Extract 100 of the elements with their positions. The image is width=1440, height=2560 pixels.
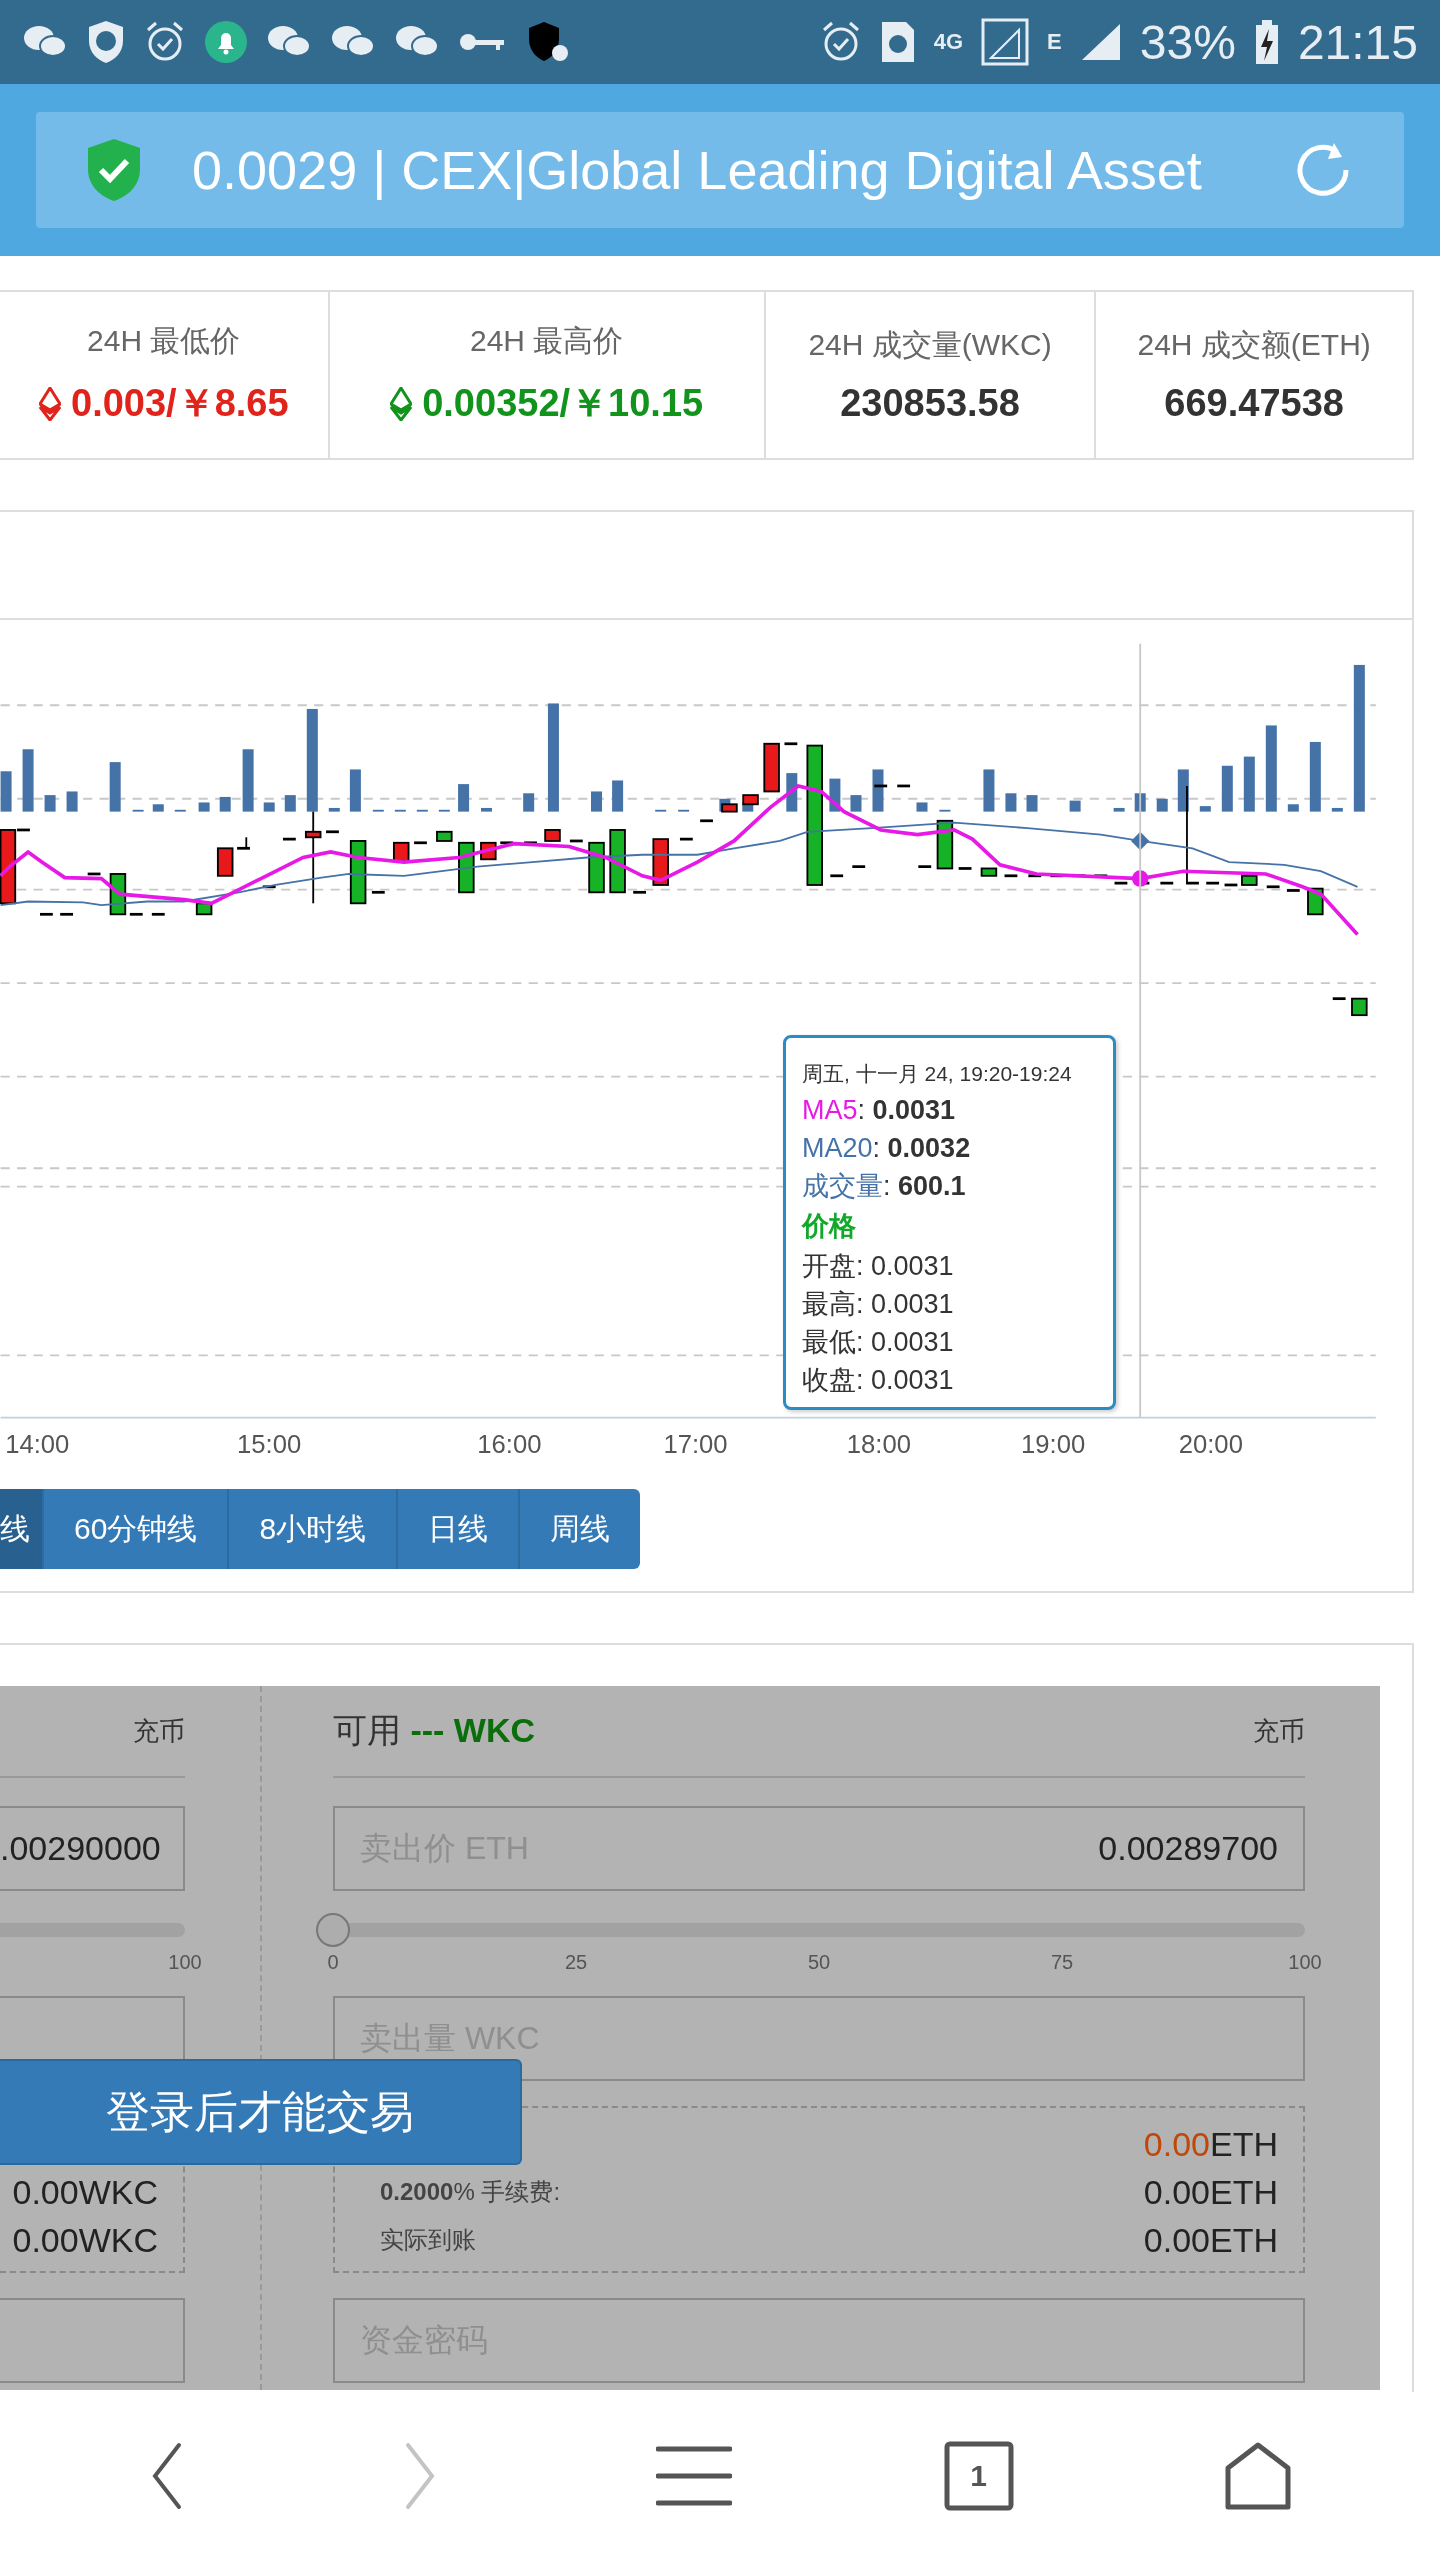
- volume-bar: [1221, 765, 1233, 812]
- login-toast[interactable]: 登录后才能交易: [0, 2059, 522, 2165]
- volume-bar: [174, 809, 186, 812]
- candlestick: [414, 841, 427, 845]
- volume-bar: [523, 793, 535, 812]
- slider-tick-label: 100: [168, 1951, 202, 1974]
- volume-bar: [1243, 756, 1255, 812]
- signal-icon: [981, 18, 1030, 66]
- candlestick: [1114, 881, 1128, 885]
- candlestick: [237, 846, 250, 850]
- period-tab[interactable]: 8小时线: [229, 1489, 399, 1569]
- candlestick: [918, 865, 932, 868]
- candlestick: [326, 830, 339, 834]
- data-point-marker: [1131, 870, 1149, 887]
- tooltip-row-text: 开盘: 0.0031: [802, 1250, 955, 1282]
- volume-bar: [0, 771, 12, 812]
- deposit-link[interactable]: 充币: [1253, 1713, 1305, 1749]
- summary-amount: 0.00ETH: [1143, 2172, 1278, 2212]
- candlestick: [544, 829, 561, 842]
- period-tab[interactable]: 60分钟线: [44, 1489, 230, 1569]
- axis-label: 18:00: [846, 1430, 911, 1459]
- candlestick: [874, 784, 888, 788]
- stat-label: 24H 成交额(ETH): [1137, 327, 1371, 363]
- volume-bar: [394, 809, 406, 812]
- volume-bar: [458, 784, 470, 812]
- candlestick: [458, 841, 475, 894]
- available-balance: 可用 --- WKC: [333, 1710, 536, 1751]
- candlestick: [349, 840, 367, 905]
- axis-label: 16:00: [477, 1430, 542, 1459]
- price-field[interactable]: .00290000: [0, 1806, 185, 1891]
- period-tab[interactable]: 日线: [398, 1489, 521, 1569]
- volume-bar: [786, 773, 798, 812]
- volume-bar: [349, 769, 361, 812]
- volume-bar: [219, 796, 231, 812]
- candlestick: [282, 837, 296, 841]
- candlestick: [1332, 997, 1346, 1001]
- candlestick: [1266, 885, 1280, 889]
- password-field[interactable]: [0, 2298, 185, 2383]
- axis-label: 15:00: [237, 1430, 302, 1459]
- stat-value: 669.47538: [1164, 382, 1344, 425]
- volume-bar: [591, 791, 602, 812]
- slider-handle[interactable]: [316, 1913, 350, 1947]
- candlestick: [1241, 874, 1258, 886]
- volume-bar: [1134, 793, 1146, 812]
- candlestick: [569, 839, 583, 843]
- candlestick: [679, 837, 693, 841]
- ethereum-icon: [39, 386, 61, 421]
- volume-bar: [1005, 793, 1017, 812]
- summary-amount: 0.00ETH: [1143, 2220, 1278, 2260]
- summary-amount: 0.00ETH: [1143, 2124, 1278, 2164]
- volume-bar: [1026, 795, 1038, 812]
- candlestick: [1004, 874, 1018, 878]
- stat-label: 24H 成交量(WKC): [808, 327, 1052, 363]
- tabs-button[interactable]: 1: [943, 2441, 1014, 2511]
- deposit-link[interactable]: 充币: [133, 1713, 185, 1749]
- volume-bar: [1177, 769, 1189, 812]
- volume-bar: [872, 769, 884, 812]
- volume-bar: [328, 807, 340, 812]
- sim-card-icon: [879, 20, 916, 64]
- candle-wick: [245, 836, 248, 850]
- axis-label: 20:00: [1178, 1430, 1243, 1459]
- axis-label: 17:00: [663, 1430, 728, 1459]
- slider-tick-label: 0: [327, 1951, 339, 1974]
- candlestick: [151, 912, 165, 916]
- stat-value: 230853.58: [840, 382, 1020, 425]
- candlestick: [763, 742, 780, 793]
- candlestick: [742, 794, 759, 806]
- axis-label: 19:00: [1021, 1430, 1086, 1459]
- candlestick: [40, 912, 53, 916]
- bell-icon: [204, 20, 248, 64]
- stat-value: 0.003/￥8.65: [71, 381, 289, 426]
- tooltip-row-text: MA5: 0.0031: [802, 1094, 957, 1126]
- data-point-marker: [1131, 831, 1150, 851]
- volume-bar: [939, 809, 951, 812]
- candlestick: [195, 902, 213, 916]
- volume-bar: [481, 807, 492, 812]
- volume-bar: [109, 762, 121, 812]
- network-type: E: [1047, 29, 1062, 55]
- tooltip-row-text: 收盘: 0.0031: [802, 1364, 955, 1396]
- volume-bar: [372, 809, 384, 812]
- candlestick: [958, 867, 972, 870]
- candlestick: [524, 841, 537, 845]
- candlestick: [700, 819, 713, 823]
- volume-bar: [1199, 806, 1211, 812]
- candlestick: [633, 890, 647, 894]
- volume-bar: [132, 809, 144, 812]
- tooltip-row-text: 成交量: 600.1: [802, 1170, 967, 1202]
- period-tab[interactable]: 线: [0, 1489, 44, 1569]
- candlestick: [588, 841, 605, 894]
- period-tab[interactable]: 周线: [520, 1489, 641, 1569]
- slider-tick-label: 50: [807, 1951, 831, 1974]
- volume-bar: [612, 780, 624, 812]
- candlestick: [980, 867, 998, 877]
- stat-value: 0.00352/￥10.15: [422, 381, 704, 426]
- candlestick: [784, 742, 798, 746]
- tooltip-date: 周五, 十一月 24, 19:20-19:24: [802, 1061, 1073, 1087]
- candlestick: [500, 841, 514, 845]
- slider-tick-label: 75: [1050, 1951, 1074, 1974]
- slider-tick-label: 100: [1288, 1951, 1322, 1974]
- volume-bar: [829, 778, 841, 812]
